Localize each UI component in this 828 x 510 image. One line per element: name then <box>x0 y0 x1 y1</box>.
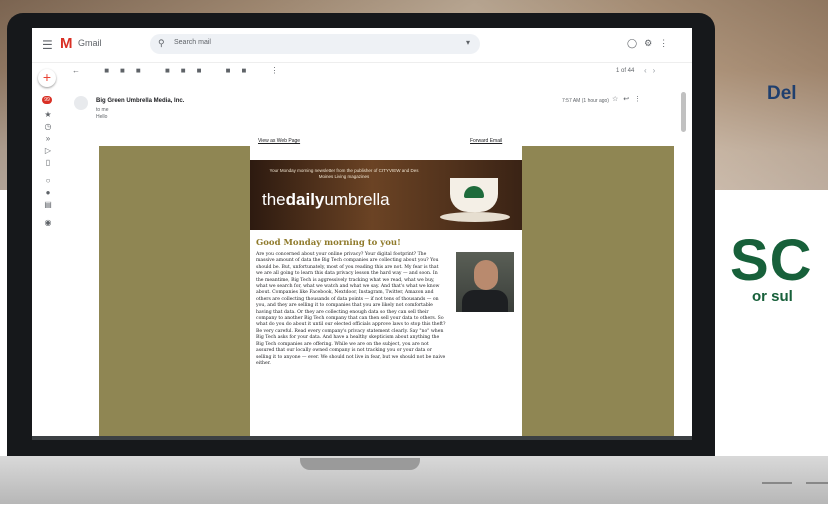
laptop-screen: ☰ M Gmail ⚲ Search mail ▾ ◯⚙⋮ ← ■■■ ■■■ … <box>32 28 692 440</box>
search-input[interactable]: ⚲ Search mail ▾ <box>150 34 480 54</box>
promo-title: Del <box>767 83 797 104</box>
message-recipient[interactable]: to me <box>96 107 109 113</box>
laptop-notch <box>300 458 420 470</box>
meet-icon[interactable]: ○ <box>42 176 54 185</box>
message-date: 7:57 AM (1 hour ago) <box>562 98 609 104</box>
laptop-vent <box>762 482 792 484</box>
newsletter-logo: thedailyumbrella <box>262 190 390 210</box>
snoozed-icon[interactable]: ◷ <box>42 122 54 131</box>
sent-icon[interactable]: ▷ <box>42 146 54 155</box>
search-placeholder: Search mail <box>174 39 211 46</box>
newsletter-body: Are you concerned about your online priv… <box>256 252 446 366</box>
video-icon[interactable]: ● <box>42 188 54 197</box>
important-icon[interactable]: » <box>42 134 54 143</box>
author-head <box>474 260 498 290</box>
message-preview: Hello <box>96 114 108 120</box>
drafts-icon[interactable]: ▯ <box>42 158 54 167</box>
coffee-cup-icon <box>450 178 498 212</box>
message-count: 1 of 44 <box>616 68 635 74</box>
promo-subtext: or sul <box>752 288 793 305</box>
header-icons[interactable]: ◯⚙⋮ <box>627 38 675 49</box>
compose-button[interactable]: + <box>38 69 56 87</box>
starred-icon[interactable]: ★ <box>42 110 54 119</box>
keyboard-icon[interactable]: ▤ <box>42 200 54 209</box>
pager-arrows[interactable]: ‹› <box>644 66 661 75</box>
banner-tagline: Your Monday morning newsletter from the … <box>269 168 419 179</box>
logo-part-umbrella: umbrella <box>324 190 390 209</box>
saucer-image <box>440 212 510 222</box>
umbrella-logo-icon <box>464 186 484 198</box>
newsletter-banner[interactable]: Your Monday morning newsletter from the … <box>250 160 522 230</box>
gmail-header: ☰ M Gmail ⚲ Search mail ▾ ◯⚙⋮ <box>32 28 692 63</box>
message-toolbar[interactable]: ← ■■■ ■■■ ■■ ⋮ <box>72 66 290 75</box>
search-options-icon[interactable]: ▾ <box>466 38 470 47</box>
promo-headline: SC <box>730 228 813 293</box>
avatar <box>74 96 88 110</box>
laptop-vent <box>806 482 828 484</box>
screen-bottom-bar <box>32 436 692 440</box>
logo-part-daily: daily <box>285 190 325 209</box>
scrollbar[interactable] <box>681 92 686 132</box>
message-action-icons[interactable]: ☆↩⋮ <box>612 95 646 103</box>
gmail-logo-icon[interactable]: M <box>60 35 73 52</box>
chat-icon[interactable]: ◉ <box>42 218 54 227</box>
message-sender[interactable]: Big Green Umbrella Media, Inc. <box>96 98 184 104</box>
logo-part-the: the <box>262 190 286 209</box>
view-web-page-link[interactable]: View as Web Page <box>258 138 300 144</box>
forward-email-link[interactable]: Forward Email <box>470 138 502 144</box>
unread-badge: 99 <box>42 96 52 104</box>
gmail-app-name: Gmail <box>78 38 102 48</box>
author-shirt <box>462 290 508 312</box>
menu-icon[interactable]: ☰ <box>42 38 53 52</box>
search-icon[interactable]: ⚲ <box>158 38 165 49</box>
newsletter-greeting: Good Monday morning to you! <box>256 238 401 248</box>
author-photo <box>456 252 514 312</box>
